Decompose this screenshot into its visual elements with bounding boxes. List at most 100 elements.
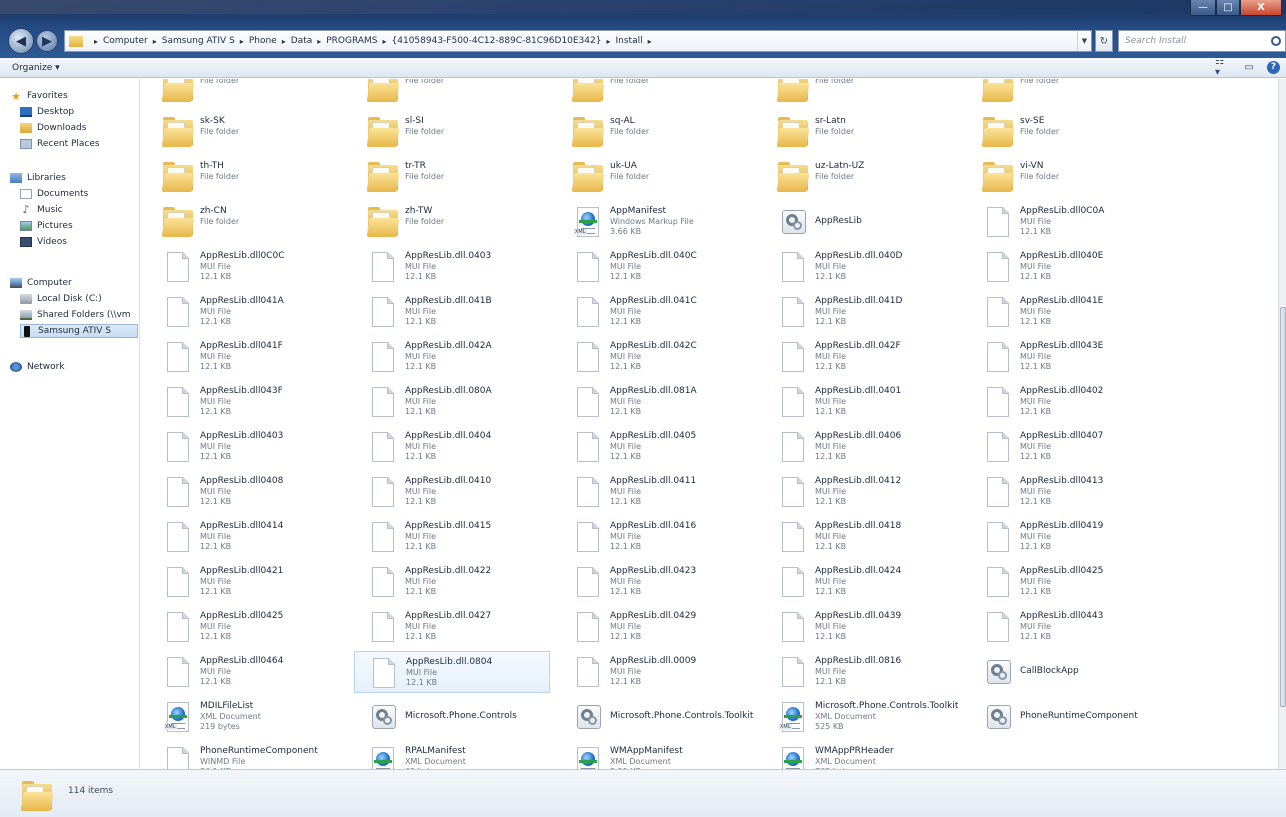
- help-icon[interactable]: ?: [1267, 60, 1280, 74]
- preview-pane-icon[interactable]: ▭: [1241, 60, 1257, 74]
- back-button[interactable]: ◀: [8, 28, 34, 54]
- file-item[interactable]: AppResLib.dll0407 MUI File 12.1 KB: [969, 426, 1165, 468]
- folder-item[interactable]: sv-SE File folder: [969, 111, 1165, 153]
- file-item[interactable]: AppResLib.dll.0401 MUI File 12.1 KB: [764, 381, 960, 423]
- nav-item-documents[interactable]: Documents: [20, 187, 88, 201]
- folder-item[interactable]: tr-TR File folder: [354, 156, 550, 198]
- nav-item-recent-places[interactable]: Recent Places: [20, 137, 100, 151]
- folder-item[interactable]: vi-VN File folder: [969, 156, 1165, 198]
- breadcrumb-item[interactable]: Samsung ATIV S: [162, 36, 235, 46]
- breadcrumb-item[interactable]: {41058943-F500-4C12-889C-81C96D10E342}: [392, 36, 602, 46]
- file-item[interactable]: AppResLib.dll0443 MUI File 12.1 KB: [969, 606, 1165, 648]
- close-button[interactable]: X: [1240, 0, 1282, 16]
- file-item[interactable]: AppResLib.dll.0412 MUI File 12.1 KB: [764, 471, 960, 513]
- file-item[interactable]: AppResLib.dll.081A MUI File 12.1 KB: [559, 381, 755, 423]
- file-item[interactable]: AppResLib.dll.0415 MUI File 12.1 KB: [354, 516, 550, 558]
- file-item[interactable]: AppResLib.dll.0422 MUI File 12.1 KB: [354, 561, 550, 603]
- file-item[interactable]: AppResLib.dll.041D MUI File 12.1 KB: [764, 291, 960, 333]
- folder-item[interactable]: sq-AL File folder: [559, 111, 755, 153]
- folder-item[interactable]: sr-Latn File folder: [764, 111, 960, 153]
- file-item[interactable]: XMLRPALManifestXML Document69 bytes: [354, 741, 550, 769]
- file-item[interactable]: AppResLib.dll.0804 MUI File 12.1 KB: [354, 651, 550, 693]
- file-item[interactable]: AppResLib.dll0419 MUI File 12.1 KB: [969, 516, 1165, 558]
- folder-item[interactable]: th-TH File folder: [149, 156, 345, 198]
- nav-item-computer[interactable]: Computer: [10, 276, 72, 290]
- chevron-right-icon[interactable]: ▸: [240, 37, 244, 46]
- file-item[interactable]: AppResLib.dll0403 MUI File 12.1 KB: [149, 426, 345, 468]
- file-item[interactable]: PhoneRuntimeComponent: [969, 696, 1165, 738]
- file-item[interactable]: Microsoft.Phone.Controls: [354, 696, 550, 738]
- file-item[interactable]: AppResLib.dll0C0A MUI File 12.1 KB: [969, 201, 1165, 243]
- file-item[interactable]: AppResLib.dll.080A MUI File 12.1 KB: [354, 381, 550, 423]
- search-input[interactable]: Search Install: [1118, 30, 1286, 52]
- file-item[interactable]: AppResLib.dll043E MUI File 12.1 KB: [969, 336, 1165, 378]
- file-item[interactable]: XML Microsoft.Phone.Controls.Toolkit XML D…: [764, 696, 960, 738]
- nav-item-desktop[interactable]: Desktop: [20, 105, 74, 119]
- refresh-button[interactable]: ↻: [1095, 30, 1113, 52]
- forward-button[interactable]: ▶: [36, 30, 58, 52]
- breadcrumb-item[interactable]: PROGRAMS: [326, 36, 377, 46]
- nav-item-samsung-ativ-s[interactable]: Samsung ATIV S: [20, 324, 138, 338]
- file-item[interactable]: CallBlockApp: [969, 651, 1165, 693]
- vertical-scrollbar[interactable]: [1278, 79, 1286, 769]
- file-item[interactable]: AppResLib.dll.0816 MUI File 12.1 KB: [764, 651, 960, 693]
- folder-item[interactable]: zh-CN File folder: [149, 201, 345, 243]
- file-item[interactable]: AppResLib.dll.0439 MUI File 12.1 KB: [764, 606, 960, 648]
- file-item[interactable]: AppResLib.dll.0423 MUI File 12.1 KB: [559, 561, 755, 603]
- file-item[interactable]: AppResLib.dll.0416 MUI File 12.1 KB: [559, 516, 755, 558]
- file-item[interactable]: Microsoft.Phone.Controls.Toolkit: [559, 696, 755, 738]
- folder-item[interactable]: File folder: [354, 79, 550, 108]
- file-item[interactable]: AppResLib.dll.0429 MUI File 12.1 KB: [559, 606, 755, 648]
- organize-menu[interactable]: Organize ▾: [12, 63, 60, 73]
- file-item[interactable]: AppResLib.dll.0403 MUI File 12.1 KB: [354, 246, 550, 288]
- chevron-right-icon[interactable]: ▸: [153, 37, 157, 46]
- folder-item[interactable]: File folder: [969, 79, 1165, 108]
- file-item[interactable]: AppResLib.dll.042C MUI File 12.1 KB: [559, 336, 755, 378]
- file-item[interactable]: AppResLib.dll.041C MUI File 12.1 KB: [559, 291, 755, 333]
- folder-item[interactable]: uk-UA File folder: [559, 156, 755, 198]
- breadcrumb-item[interactable]: Install: [616, 36, 643, 46]
- minimize-button[interactable]: —: [1190, 0, 1216, 16]
- file-item[interactable]: XMLWMAppManifestXML Document5.91 KB: [559, 741, 755, 769]
- file-item[interactable]: AppResLib.dll.040C MUI File 12.1 KB: [559, 246, 755, 288]
- chevron-right-icon[interactable]: ▸: [606, 37, 610, 46]
- nav-item-local-disk-c[interactable]: Local Disk (C:): [20, 292, 102, 306]
- file-item[interactable]: AppResLib.dll.040D MUI File 12.1 KB: [764, 246, 960, 288]
- nav-item-shared-folders-vm[interactable]: Shared Folders (\\vm: [20, 308, 131, 322]
- file-item[interactable]: AppResLib.dll0408 MUI File 12.1 KB: [149, 471, 345, 513]
- change-view-icon[interactable]: ☷ ▾: [1215, 56, 1231, 78]
- file-item[interactable]: AppResLib.dll0414 MUI File 12.1 KB: [149, 516, 345, 558]
- nav-item-libraries[interactable]: Libraries: [10, 171, 66, 185]
- file-item[interactable]: AppResLib.dll0421 MUI File 12.1 KB: [149, 561, 345, 603]
- file-item[interactable]: AppResLib.dll041E MUI File 12.1 KB: [969, 291, 1165, 333]
- folder-item[interactable]: File folder: [764, 79, 960, 108]
- file-item[interactable]: AppResLib.dll.0427 MUI File 12.1 KB: [354, 606, 550, 648]
- scrollbar-thumb[interactable]: [1280, 307, 1286, 707]
- folder-item[interactable]: sl-SI File folder: [354, 111, 550, 153]
- file-item[interactable]: AppResLib.dll.0009 MUI File 12.1 KB: [559, 651, 755, 693]
- file-item[interactable]: AppResLib.dll0464 MUI File 12.1 KB: [149, 651, 345, 693]
- file-item[interactable]: AppResLib.dll.0405 MUI File 12.1 KB: [559, 426, 755, 468]
- file-item[interactable]: XML AppManifest Windows Markup File 3.66 KB: [559, 201, 755, 243]
- file-item[interactable]: AppResLib.dll.0411 MUI File 12.1 KB: [559, 471, 755, 513]
- breadcrumb-item[interactable]: Computer: [103, 36, 148, 46]
- breadcrumb-item[interactable]: Phone: [249, 36, 277, 46]
- file-item[interactable]: XMLWMAppPRHeaderXML Document762 bytes: [764, 741, 960, 769]
- nav-item-downloads[interactable]: Downloads: [20, 121, 86, 135]
- chevron-right-icon[interactable]: ▸: [94, 37, 98, 46]
- file-item[interactable]: AppResLib.dll.0406 MUI File 12.1 KB: [764, 426, 960, 468]
- file-item[interactable]: AppResLib.dll.042F MUI File 12.1 KB: [764, 336, 960, 378]
- file-item[interactable]: AppResLib.dll0425 MUI File 12.1 KB: [149, 606, 345, 648]
- file-item[interactable]: AppResLib.dll043F MUI File 12.1 KB: [149, 381, 345, 423]
- nav-item-pictures[interactable]: Pictures: [20, 219, 73, 233]
- file-item[interactable]: PhoneRuntimeComponentWINMD File36.1 KB: [149, 741, 345, 769]
- file-item[interactable]: AppResLib.dll041F MUI File 12.1 KB: [149, 336, 345, 378]
- file-item[interactable]: AppResLib.dll.041B MUI File 12.1 KB: [354, 291, 550, 333]
- file-item[interactable]: AppResLib.dll0425 MUI File 12.1 KB: [969, 561, 1165, 603]
- file-item[interactable]: AppResLib.dll0413 MUI File 12.1 KB: [969, 471, 1165, 513]
- file-item[interactable]: AppResLib.dll040E MUI File 12.1 KB: [969, 246, 1165, 288]
- nav-item-favorites[interactable]: ★ Favorites: [10, 89, 68, 103]
- folder-item[interactable]: File folder: [149, 79, 345, 108]
- folder-item[interactable]: uz-Latn-UZ File folder: [764, 156, 960, 198]
- file-item[interactable]: AppResLib.dll.0418 MUI File 12.1 KB: [764, 516, 960, 558]
